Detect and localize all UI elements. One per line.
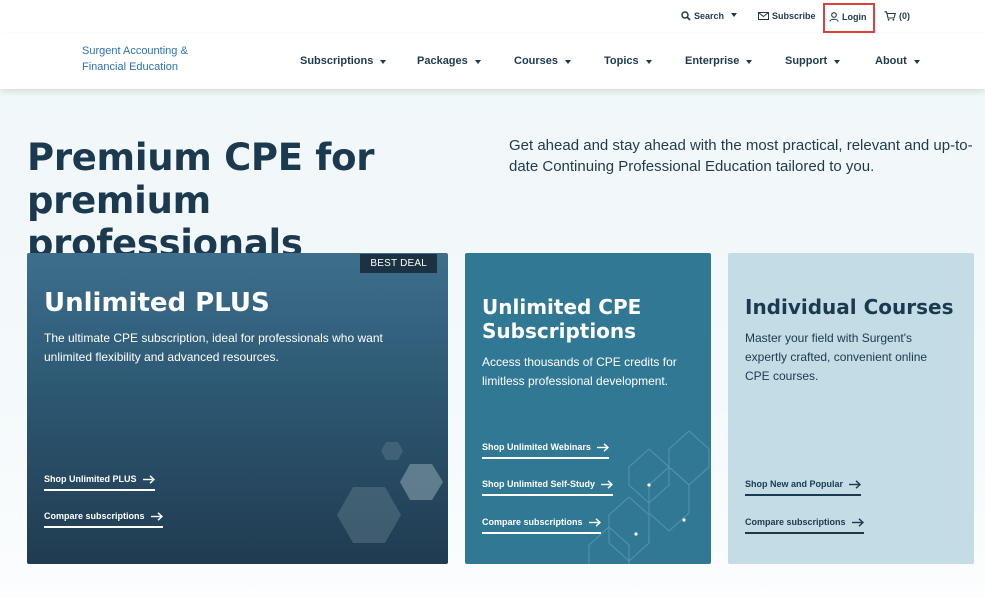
nav-label: About: [875, 55, 907, 67]
chevron-down-icon: [380, 59, 387, 64]
arrow-right-icon: [596, 442, 609, 452]
chevron-down-icon: [913, 59, 920, 64]
link-label: Shop Unlimited PLUS: [44, 474, 137, 484]
nav-label: Packages: [417, 55, 468, 67]
compare-subscriptions-link[interactable]: Compare subscriptions: [745, 517, 864, 534]
nav-support[interactable]: Support: [785, 55, 841, 67]
nav-label: Subscriptions: [300, 55, 374, 67]
compare-subscriptions-link[interactable]: Compare subscriptions: [482, 517, 601, 534]
nav-about[interactable]: About: [875, 55, 920, 67]
hero-title-line-1: Premium CPE for: [27, 136, 375, 179]
login-link[interactable]: Login: [829, 12, 867, 22]
cart-icon: [884, 11, 896, 21]
link-label: Compare subscriptions: [482, 517, 583, 527]
arrow-right-icon: [851, 517, 864, 527]
link-label: Shop Unlimited Webinars: [482, 442, 591, 452]
link-label: Compare subscriptions: [745, 517, 846, 527]
brand-logo[interactable]: Surgent Accounting & Financial Education: [82, 43, 212, 75]
search-toggle[interactable]: Search: [681, 11, 738, 21]
nav-label: Enterprise: [685, 55, 740, 67]
card-unlimited-plus: BEST DEAL Unlimited PLUS The ultimate CP…: [27, 253, 448, 564]
user-icon: [829, 12, 839, 22]
nav-label: Topics: [604, 55, 639, 67]
main-navigation: Surgent Accounting & Financial Education…: [0, 33, 985, 89]
nav-packages[interactable]: Packages: [417, 55, 481, 67]
arrow-right-icon: [142, 474, 155, 484]
shop-new-and-popular-link[interactable]: Shop New and Popular: [745, 479, 862, 496]
hero-subtitle: Get ahead and stay ahead with the most p…: [509, 137, 973, 175]
cart-link[interactable]: (0): [884, 11, 910, 21]
shop-unlimited-webinars-link[interactable]: Shop Unlimited Webinars: [482, 442, 609, 459]
card-title: Unlimited PLUS: [44, 288, 270, 318]
arrow-right-icon: [601, 479, 614, 489]
shop-unlimited-self-study-link[interactable]: Shop Unlimited Self-Study: [482, 479, 614, 496]
nav-courses[interactable]: Courses: [514, 55, 572, 67]
brand-line-1: Surgent Accounting &: [82, 45, 188, 57]
compare-subscriptions-link[interactable]: Compare subscriptions: [44, 511, 163, 528]
card-description: The ultimate CPE subscription, ideal for…: [44, 331, 383, 364]
best-deal-badge: BEST DEAL: [360, 254, 437, 273]
link-label: Compare subscriptions: [44, 511, 145, 521]
subscribe-link[interactable]: Subscribe: [758, 11, 816, 21]
nav-label: Support: [785, 55, 828, 67]
login-label: Login: [842, 12, 867, 22]
card-individual-courses: Individual Courses Master your field wit…: [728, 253, 974, 564]
chevron-down-icon: [565, 59, 572, 64]
card-title: Individual Courses: [745, 295, 954, 319]
nav-enterprise[interactable]: Enterprise: [685, 55, 753, 67]
hero-title: Premium CPE for premium professionals: [27, 136, 497, 265]
arrow-right-icon: [150, 511, 163, 521]
card-title-line-2: Subscriptions: [482, 319, 637, 343]
shop-unlimited-plus-link[interactable]: Shop Unlimited PLUS: [44, 474, 155, 491]
search-label: Search: [694, 11, 725, 21]
cart-count: (0): [899, 11, 910, 21]
nav-subscriptions[interactable]: Subscriptions: [300, 55, 387, 67]
chevron-down-icon: [834, 59, 841, 64]
arrow-right-icon: [588, 517, 601, 527]
card-title: Unlimited CPE Subscriptions: [482, 295, 702, 343]
card-description: Master your field with Surgent's expertl…: [745, 331, 928, 383]
nav-topics[interactable]: Topics: [604, 55, 652, 67]
subscribe-label: Subscribe: [772, 11, 816, 21]
card-description: Access thousands of CPE credits for limi…: [482, 355, 677, 388]
card-title-line-1: Unlimited CPE: [482, 295, 642, 319]
chevron-down-icon: [474, 59, 481, 64]
search-icon: [681, 11, 691, 21]
utility-bar: Search Subscribe Login (0): [0, 0, 985, 33]
arrow-right-icon: [849, 479, 862, 489]
envelope-icon: [758, 12, 769, 20]
chevron-down-icon: [746, 59, 753, 64]
nav-label: Courses: [514, 55, 559, 67]
chevron-down-icon: [731, 13, 738, 17]
chevron-down-icon: [645, 59, 652, 64]
brand-line-2: Financial Education: [82, 61, 179, 73]
card-unlimited-cpe: Unlimited CPE Subscriptions Access thous…: [465, 253, 711, 564]
link-label: Shop Unlimited Self-Study: [482, 479, 596, 489]
link-label: Shop New and Popular: [745, 479, 844, 489]
